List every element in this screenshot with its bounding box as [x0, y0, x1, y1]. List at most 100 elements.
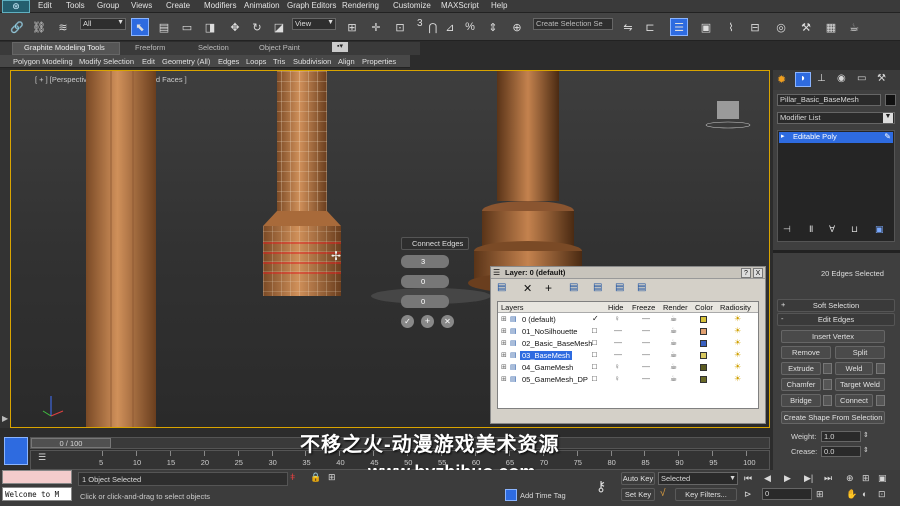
keyboard-shortcut-override-icon[interactable]: ⊡ — [391, 18, 409, 36]
stack-item-editable-poly[interactable]: Editable Poly ▸ ✎ — [779, 132, 893, 143]
maxscript-listener[interactable] — [2, 470, 72, 484]
pinch-field[interactable]: 0 — [401, 275, 449, 288]
snap-toggle-label[interactable]: 3 — [417, 18, 423, 29]
rendered-frame-window-icon[interactable]: ▦ — [822, 18, 840, 36]
modify-tab-icon[interactable]: ◗ — [795, 72, 811, 87]
menu-modifiers[interactable]: Modifiers — [204, 1, 236, 10]
material-editor-icon[interactable]: ◎ — [772, 18, 790, 36]
object-name-field[interactable]: Pillar_Basic_BaseMesh — [777, 94, 881, 106]
radiosity-toggle-icon[interactable]: ☀ — [734, 374, 741, 383]
maximize-viewport-icon[interactable]: ⊡ — [878, 489, 886, 500]
bridge-button[interactable]: Bridge — [781, 394, 821, 407]
zoom-extents-icon[interactable]: ▣ — [878, 473, 887, 484]
cancel-x-icon[interactable]: ✕ — [441, 315, 454, 328]
current-layer-box-icon[interactable]: □ — [592, 326, 597, 335]
render-toggle-icon[interactable]: ☕ — [670, 338, 677, 347]
select-in-layer-icon[interactable]: ▤ — [569, 282, 578, 293]
layer-expand-icon[interactable]: ⊞ — [501, 315, 507, 323]
prev-frame-icon[interactable]: ◀ — [764, 473, 771, 484]
radiosity-toggle-icon[interactable]: ☀ — [734, 326, 741, 335]
freeze-toggle-icon[interactable]: — — [642, 326, 650, 335]
highlight-layer-icon[interactable]: ▤ — [593, 282, 602, 293]
select-rotate-icon[interactable]: ↻ — [248, 18, 266, 36]
welcome-field[interactable]: Welcome to M — [2, 487, 72, 501]
current-layer-box-icon[interactable]: □ — [592, 374, 597, 383]
connect-settings-icon[interactable] — [876, 395, 885, 406]
layer-expand-icon[interactable]: ⊞ — [501, 351, 507, 359]
angle-snap-icon[interactable]: ⊿ — [441, 18, 459, 36]
apply-plus-icon[interactable]: + — [421, 315, 434, 328]
layer-expand-icon[interactable]: ⊞ — [501, 375, 507, 383]
remove-modifier-icon[interactable]: ⊔ — [851, 224, 858, 235]
lock-selection-icon[interactable]: 🔒 — [310, 472, 321, 483]
freeze-toggle-icon[interactable]: — — [642, 374, 650, 383]
spinner-snap-icon[interactable]: ⇕ — [484, 18, 502, 36]
layer-row[interactable]: ⊞ ▤ 05_GameMesh_DP □ ♀ — ☕ ☀ — [498, 374, 758, 386]
select-manipulate-icon[interactable]: ✛ — [367, 18, 385, 36]
help-button[interactable]: ? — [741, 268, 751, 278]
active-layer-check-icon[interactable]: ✓ — [592, 314, 599, 323]
hide-toggle-icon[interactable]: ♀ — [614, 362, 620, 371]
layer-row[interactable]: ⊞ ▤ 0 (default) ✓ ♀ — ☕ ☀ — [498, 314, 758, 326]
menu-edit[interactable]: Edit — [38, 1, 52, 10]
layer-name[interactable]: 01_NoSilhouette — [520, 327, 579, 336]
window-crossing-icon[interactable]: ◨ — [201, 18, 219, 36]
layer-row[interactable]: ⊞ ▤ 01_NoSilhouette □ — — ☕ ☀ — [498, 326, 758, 338]
reference-coordinate-dropdown[interactable]: View ▼ — [292, 18, 336, 30]
ribbon-properties[interactable]: Properties — [362, 57, 396, 66]
layer-name[interactable]: 02_Basic_BaseMesh — [520, 339, 594, 348]
pin-stack-icon[interactable]: ⊣ — [783, 224, 791, 235]
named-selection-set-input[interactable]: Create Selection Se — [533, 18, 613, 30]
weld-button[interactable]: Weld — [835, 362, 873, 375]
render-setup-icon[interactable]: ⚒ — [797, 18, 815, 36]
menu-tools[interactable]: Tools — [66, 1, 85, 10]
layer-row[interactable]: ⊞ ▤ 02_Basic_BaseMesh □ — — ☕ ☀ — [498, 338, 758, 350]
current-frame-input[interactable]: 0 — [762, 488, 812, 500]
unlink-icon[interactable]: ⛓ — [30, 18, 48, 36]
link-icon[interactable]: 🔗 — [8, 18, 26, 36]
soft-selection-rollout[interactable]: + Soft Selection — [777, 299, 895, 312]
freeze-toggle-icon[interactable]: — — [642, 338, 650, 347]
track-view-icon[interactable] — [4, 437, 28, 465]
menu-create[interactable]: Create — [166, 1, 190, 10]
crease-spinner-icon[interactable]: ⇕ — [863, 446, 869, 454]
weld-settings-icon[interactable] — [876, 363, 885, 374]
freeze-toggle-icon[interactable]: — — [642, 362, 650, 371]
hide-toggle-icon[interactable]: — — [614, 326, 622, 335]
col-hide[interactable]: Hide — [608, 303, 623, 312]
ribbon-tris[interactable]: Tris — [273, 57, 285, 66]
select-by-name-icon[interactable]: ▤ — [155, 18, 173, 36]
insert-vertex-button[interactable]: Insert Vertex — [781, 330, 885, 343]
curve-editor-icon[interactable]: ⌇ — [722, 18, 740, 36]
layer-color-swatch[interactable] — [700, 328, 707, 335]
crease-input[interactable]: 0.0 — [821, 446, 861, 457]
key-filters-button[interactable]: Key Filters... — [675, 488, 737, 501]
key-icon[interactable]: ⚷ — [596, 478, 606, 495]
weight-input[interactable]: 1.0 — [821, 431, 861, 442]
extrude-settings-icon[interactable] — [823, 363, 832, 374]
menu-animation[interactable]: Animation — [244, 1, 280, 10]
ribbon-options-icon[interactable]: ▪▾ — [332, 42, 348, 52]
go-to-end-icon[interactable]: ⏭ — [824, 473, 832, 484]
tab-freeform[interactable]: Freeform — [135, 43, 165, 52]
schematic-view-icon[interactable]: ⊟ — [746, 18, 764, 36]
ribbon-subdivision[interactable]: Subdivision — [293, 57, 331, 66]
motion-tab-icon[interactable]: ◉ — [837, 73, 846, 84]
layer-name[interactable]: 03_BaseMesh — [520, 351, 572, 360]
menu-customize[interactable]: Customize — [393, 1, 431, 10]
key-mode-dropdown[interactable]: Selected ▼ — [658, 472, 738, 485]
weight-spinner-icon[interactable]: ⇕ — [863, 431, 869, 439]
menu-group[interactable]: Group — [97, 1, 119, 10]
layer-name[interactable]: 0 (default) — [520, 315, 558, 324]
col-freeze[interactable]: Freeze — [632, 303, 655, 312]
create-tab-icon[interactable]: ✹ — [777, 73, 786, 86]
freeze-toggle-icon[interactable]: — — [642, 350, 650, 359]
time-config-icon[interactable]: ⊞ — [816, 489, 824, 500]
current-layer-box-icon[interactable]: □ — [592, 338, 597, 347]
pan-icon[interactable]: ✋ — [846, 489, 857, 500]
tab-graphite-modeling-tools[interactable]: Graphite Modeling Tools — [24, 43, 105, 52]
current-layer-box-icon[interactable]: □ — [592, 350, 597, 359]
ribbon-edit[interactable]: Edit — [142, 57, 155, 66]
layer-color-swatch[interactable] — [700, 340, 707, 347]
radiosity-toggle-icon[interactable]: ☀ — [734, 314, 741, 323]
